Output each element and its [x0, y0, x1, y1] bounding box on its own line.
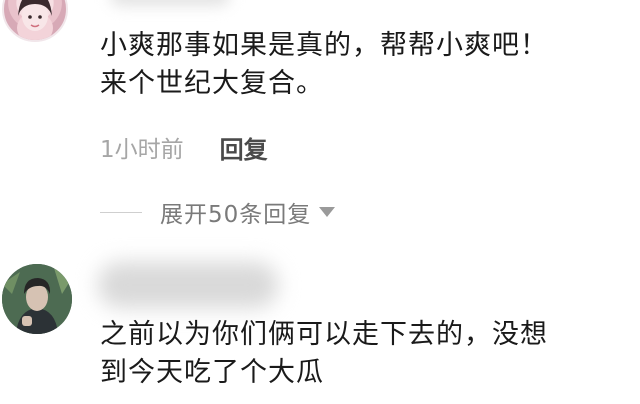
username-blurred[interactable] — [110, 0, 230, 6]
avatar[interactable] — [2, 264, 72, 334]
comment-text-line: 小爽那事如果是真的，帮帮小爽吧！ — [100, 30, 548, 61]
comment-text-line: 之前以为你们俩可以走下去的，没想 — [100, 319, 548, 350]
expand-replies-button[interactable]: 展开50条回复 — [100, 196, 336, 228]
comment-text-line: 到今天吃了个大瓜 — [100, 357, 324, 388]
comment-meta: 1小时前 回复 — [100, 130, 268, 165]
comment-text: 小爽那事如果是真的，帮帮小爽吧！ 来个世纪大复合。 — [100, 27, 548, 103]
username-blurred[interactable] — [98, 262, 278, 308]
expand-replies-label: 展开50条回复 — [160, 202, 312, 228]
avatar-portrait-image — [2, 264, 72, 334]
divider-line — [100, 211, 142, 213]
avatar-portrait-image — [17, 0, 53, 40]
comment-thread: 小爽那事如果是真的，帮帮小爽吧！ 来个世纪大复合。 1小时前 回复 展开50条回复… — [0, 0, 640, 404]
comment-text: 之前以为你们俩可以走下去的，没想 到今天吃了个大瓜 — [100, 316, 548, 392]
comment-text-line: 来个世纪大复合。 — [100, 68, 324, 99]
reply-button[interactable]: 回复 — [220, 130, 268, 165]
chevron-down-icon — [319, 207, 336, 217]
avatar[interactable] — [2, 0, 68, 42]
timestamp: 1小时前 — [100, 137, 184, 163]
